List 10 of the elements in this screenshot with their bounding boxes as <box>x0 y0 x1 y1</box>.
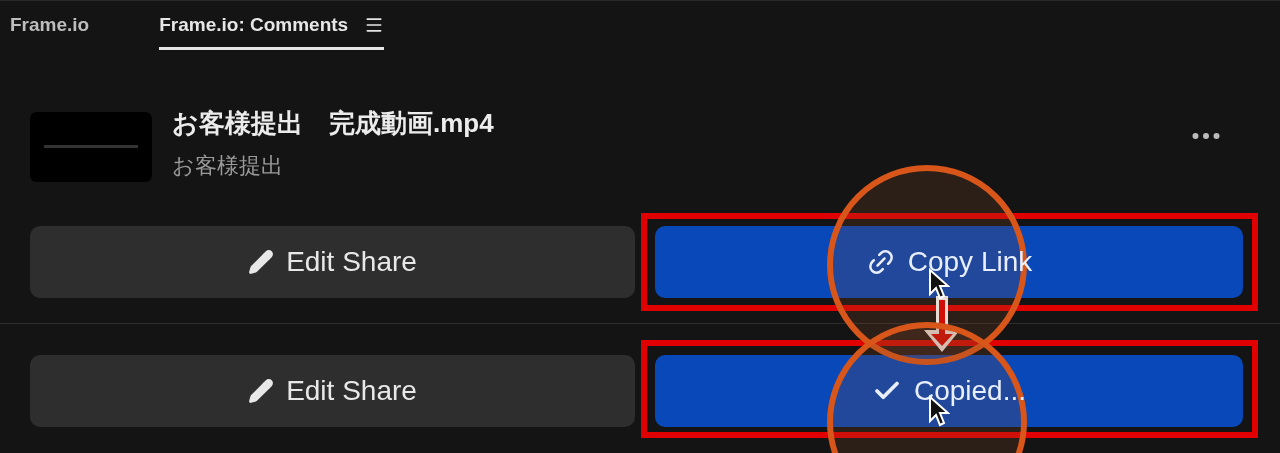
tab-label: Frame.io <box>10 12 90 37</box>
pencil-icon <box>248 249 275 275</box>
edit-share-button[interactable]: Edit Share <box>30 355 635 427</box>
edit-share-button[interactable]: Edit Share <box>30 226 635 298</box>
panel-tab[interactable]: Frame.io <box>10 10 90 50</box>
pencil-icon <box>248 378 275 404</box>
tab-label: Frame.io: Comments <box>159 12 349 37</box>
folder-name: お客様提出 <box>172 152 284 180</box>
panel-tab[interactable]: Frame.io: Comments <box>159 10 385 50</box>
file-title: お客様提出 完成動画.mp4 <box>172 107 494 140</box>
